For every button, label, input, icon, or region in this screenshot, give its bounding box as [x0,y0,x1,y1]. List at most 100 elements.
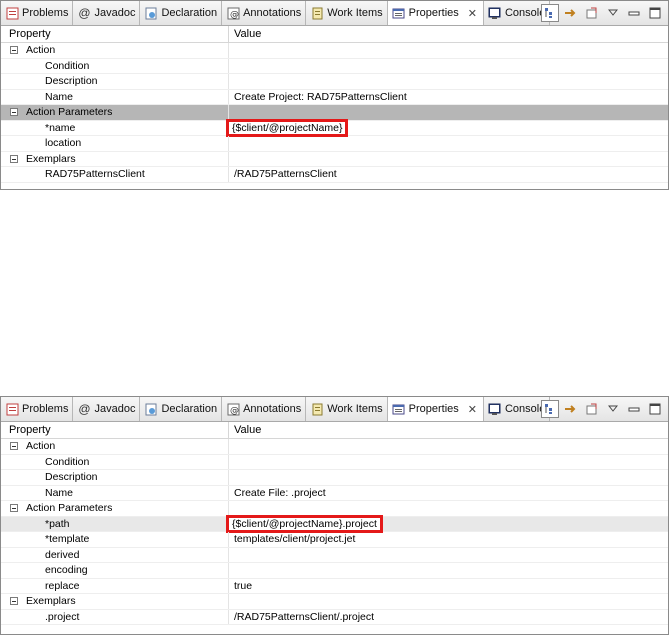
property-cell[interactable]: Name [1,485,229,500]
property-cell[interactable]: Description [1,74,229,89]
collapse-icon[interactable] [10,442,18,450]
tab-javadoc[interactable]: @ Javadoc [73,397,141,421]
show-advanced-icon[interactable] [562,4,580,22]
property-cell[interactable]: Name [1,89,229,104]
value-cell[interactable] [229,548,668,563]
show-categories-icon[interactable] [541,4,559,22]
property-row[interactable]: Name Create Project: RAD75PatternsClient [1,89,668,105]
property-cell[interactable]: Action [1,43,229,58]
view-menu-icon[interactable] [604,4,622,22]
show-categories-icon[interactable] [541,400,559,418]
value-cell[interactable] [229,563,668,578]
property-cell[interactable]: .project [1,609,229,624]
minimize-icon[interactable] [625,4,643,22]
maximize-icon[interactable] [646,400,664,418]
property-cell[interactable]: encoding [1,563,229,578]
property-cell[interactable]: replace [1,578,229,593]
annotations-icon: @ [226,6,240,20]
tab-work-items[interactable]: Work Items [306,1,388,25]
property-cell[interactable]: Description [1,470,229,485]
column-header-value[interactable]: Value [229,26,668,42]
column-header-property[interactable]: Property [1,26,229,42]
property-row[interactable]: RAD75PatternsClient/RAD75PatternsClient [1,167,668,183]
category-row[interactable]: Action [1,43,668,59]
property-cell[interactable]: Condition [1,58,229,73]
property-row[interactable]: Condition [1,58,668,74]
property-cell[interactable]: Action Parameters [1,501,229,516]
tab-work-items[interactable]: Work Items [306,397,388,421]
property-row[interactable]: Description [1,74,668,90]
property-row[interactable]: *name {$client/@projectName} [1,118,668,137]
value-cell[interactable]: templates/client/project.jet [229,532,668,547]
tab-problems[interactable]: Problems [1,397,74,421]
value-cell[interactable] [229,501,668,516]
property-row[interactable]: derived [1,547,668,563]
value-cell[interactable]: Create Project: RAD75PatternsClient [229,90,668,105]
property-cell[interactable]: Action Parameters [1,105,229,120]
tab-javadoc[interactable]: @ Javadoc [73,1,141,25]
property-cell[interactable]: Exemplars [1,594,229,609]
column-header-property[interactable]: Property [1,422,229,438]
property-row[interactable]: Name Create File: .project [1,485,668,501]
property-name: Condition [45,455,90,468]
value-cell[interactable] [229,594,668,609]
property-row[interactable]: location [1,136,668,152]
category-row[interactable]: Action [1,439,668,455]
value-cell[interactable]: Create File: .project [229,486,668,501]
close-icon[interactable]: ✕ [468,403,477,416]
category-row[interactable]: Exemplars [1,594,668,610]
view-menu-icon[interactable] [604,400,622,418]
collapse-icon[interactable] [10,46,18,54]
tab-label: Problems [22,403,69,415]
property-cell[interactable]: derived [1,547,229,562]
property-row[interactable]: encoding [1,563,668,579]
collapse-icon[interactable] [10,108,18,116]
property-cell[interactable]: location [1,136,229,151]
property-cell[interactable]: *template [1,532,229,547]
collapse-icon[interactable] [10,597,18,605]
property-row[interactable]: *path {$client/@projectName}.project [1,514,668,533]
tab-declaration[interactable]: Declaration [140,397,223,421]
value-cell[interactable] [229,136,668,151]
property-row[interactable]: Condition [1,454,668,470]
property-row[interactable]: *template templates/client/project.jet [1,532,668,548]
value-cell[interactable] [229,152,668,167]
property-row[interactable]: Description [1,470,668,486]
minimize-icon[interactable] [625,400,643,418]
property-cell[interactable]: Condition [1,454,229,469]
property-cell[interactable]: *path [1,516,229,531]
collapse-icon[interactable] [10,154,18,163]
tab-problems[interactable]: Problems [1,1,74,25]
tab-annotations[interactable]: @ Annotations [222,397,307,421]
value-cell[interactable] [229,455,668,470]
category-row[interactable]: Exemplars [1,151,668,167]
restore-default-icon[interactable] [583,400,601,418]
property-row[interactable]: .project/RAD75PatternsClient/.project [1,609,668,625]
value-cell[interactable]: {$client/@projectName}.project [226,514,668,533]
value-cell[interactable] [229,74,668,89]
property-row[interactable]: replace true [1,578,668,594]
tab-declaration[interactable]: Declaration [140,1,223,25]
value-cell[interactable] [229,470,668,485]
tab-properties[interactable]: Properties ✕ [387,1,484,25]
value-cell[interactable] [229,43,668,58]
close-icon[interactable]: ✕ [468,7,477,20]
value-cell[interactable] [229,105,668,120]
value-cell[interactable] [229,59,668,74]
column-header-value[interactable]: Value [229,422,668,438]
property-cell[interactable]: RAD75PatternsClient [1,167,229,182]
value-cell[interactable] [229,439,668,454]
tab-annotations[interactable]: @ Annotations [222,1,307,25]
collapse-icon[interactable] [10,504,18,512]
property-cell[interactable]: Action [1,439,229,454]
value-cell[interactable]: /RAD75PatternsClient/.project [229,610,668,625]
property-cell[interactable]: *name [1,120,229,135]
tab-properties[interactable]: Properties ✕ [387,397,484,421]
property-cell[interactable]: Exemplars [1,151,229,166]
value-cell[interactable]: true [229,579,668,594]
maximize-icon[interactable] [646,4,664,22]
restore-default-icon[interactable] [583,4,601,22]
value-cell[interactable]: {$client/@projectName} [226,118,668,137]
value-cell[interactable]: /RAD75PatternsClient [229,167,668,182]
show-advanced-icon[interactable] [562,400,580,418]
